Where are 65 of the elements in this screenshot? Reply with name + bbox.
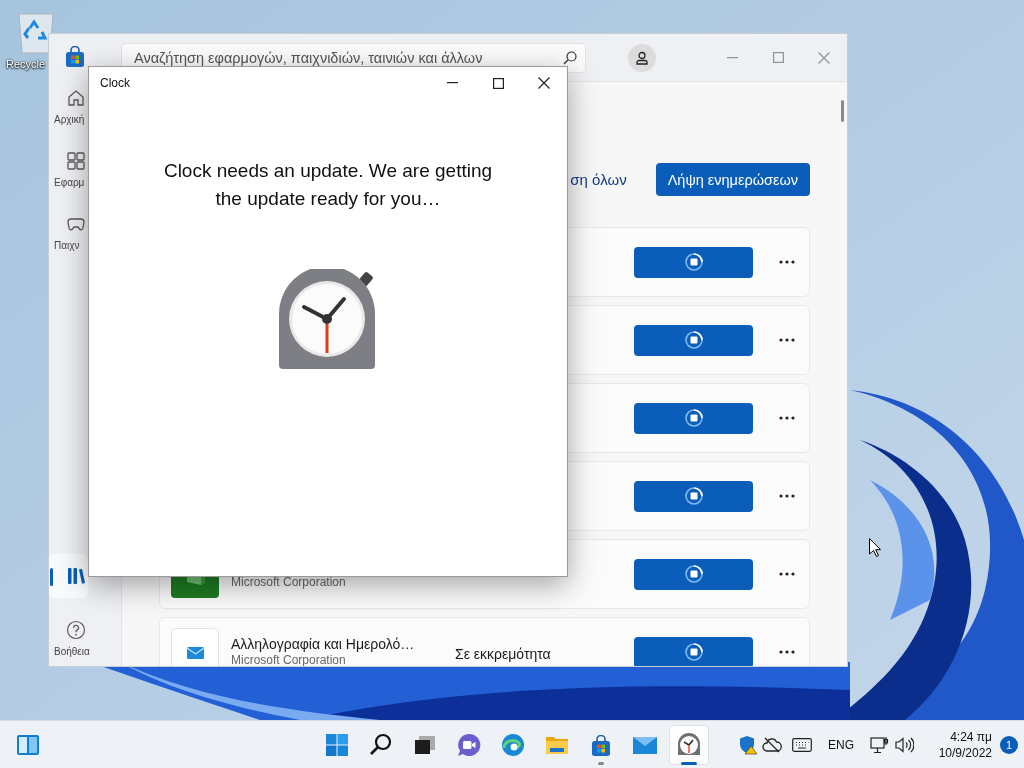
shield-warning-icon <box>738 734 758 755</box>
network-icon <box>870 735 890 754</box>
stopwatch-icon <box>677 732 701 757</box>
more-icon <box>779 650 795 654</box>
close-icon <box>538 77 550 89</box>
icon-label: Recycle <box>6 58 46 70</box>
publisher-text: Microsoft Corporation <box>231 575 347 590</box>
stop-button[interactable] <box>634 480 753 512</box>
maximize-icon <box>492 77 504 89</box>
recycle-bin-icon[interactable] <box>16 10 56 54</box>
stop-button[interactable] <box>634 402 753 434</box>
minimize-icon <box>446 82 458 84</box>
more-icon <box>779 572 795 576</box>
more-icon <box>779 494 795 498</box>
library-icon <box>66 566 86 586</box>
clock-time[interactable]: 4:24 πμ <box>950 728 992 745</box>
stop-progress-icon <box>683 252 704 272</box>
stop-progress-icon <box>683 486 704 506</box>
nav-item[interactable] <box>49 554 88 598</box>
search-icon <box>563 50 577 65</box>
get-updates-button[interactable]: Λήψη ενημερώσεων <box>655 163 810 196</box>
stop-progress-icon <box>683 408 704 428</box>
stop-button[interactable] <box>634 324 753 356</box>
help-icon <box>66 620 86 640</box>
widgets-icon <box>16 733 40 756</box>
browser-icon <box>501 732 525 757</box>
person-icon <box>635 50 649 65</box>
account-button[interactable] <box>628 43 656 72</box>
stop-button[interactable] <box>634 558 753 590</box>
window-title: Clock <box>100 76 130 90</box>
update-message: Clock needs an update. We are getting the update ready for you… <box>162 159 494 211</box>
stop-progress-icon <box>683 642 704 662</box>
stop-progress-icon <box>683 564 704 584</box>
search-icon <box>369 732 393 757</box>
cloud-off-icon <box>762 736 782 753</box>
more-icon <box>779 260 795 264</box>
app-name: Αλληλογραφία και Ημερολό… <box>231 636 416 653</box>
maximize-icon <box>772 52 784 63</box>
stop-progress-icon <box>683 330 704 350</box>
language-indicator[interactable]: ENG <box>828 737 854 752</box>
update-all-link[interactable]: ση όλων <box>570 171 627 188</box>
status-text: Σε εκκρεμότητα <box>455 646 551 662</box>
nav-item[interactable]: Βοήθεια <box>49 614 88 663</box>
minimize-icon <box>726 56 738 59</box>
stop-button[interactable] <box>634 636 753 666</box>
store-bag-icon <box>64 46 86 68</box>
publisher-text: Microsoft Corporation <box>231 653 347 666</box>
clock-date[interactable]: 10/9/2022 <box>938 744 992 761</box>
volume-icon <box>894 735 914 754</box>
close-icon <box>818 51 830 64</box>
store-bag-icon <box>590 734 612 757</box>
video-chat-icon <box>457 732 481 757</box>
home-icon <box>66 88 86 108</box>
nav-item[interactable]: Αρχική <box>49 82 88 131</box>
more-icon <box>779 416 795 420</box>
notification-badge[interactable]: 1 <box>1000 735 1018 754</box>
cursor-icon <box>869 538 881 557</box>
more-icon <box>779 338 795 342</box>
keyboard-icon <box>792 737 812 752</box>
apps-icon <box>66 151 86 171</box>
nav-item[interactable]: Εφαρμ <box>49 145 88 194</box>
windows-logo-icon <box>325 732 349 757</box>
stop-button[interactable] <box>634 246 753 278</box>
taskbar-button[interactable] <box>669 724 709 765</box>
nav-item[interactable]: Παιχν <box>49 208 88 257</box>
